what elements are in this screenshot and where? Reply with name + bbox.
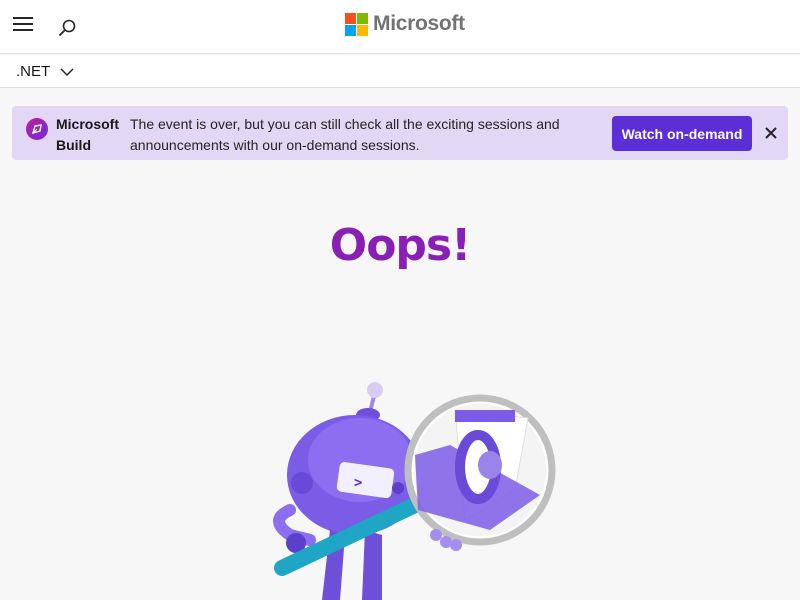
svg-text:>: > — [354, 475, 362, 491]
event-banner: Microsoft Build The event is over, but y… — [12, 106, 788, 160]
banner-message: The event is over, but you can still che… — [130, 116, 560, 153]
dotnet-bot-magnifying-glass-illustration: > — [273, 382, 556, 600]
chevron-down-icon — [60, 67, 74, 76]
product-nav: .NET — [0, 55, 800, 88]
brand-name: Microsoft — [373, 12, 465, 35]
close-icon[interactable] — [762, 124, 780, 142]
hamburger-menu-icon[interactable] — [13, 17, 37, 35]
banner-title: Microsoft Build — [56, 116, 119, 153]
microsoft-build-logo-icon — [26, 118, 48, 140]
product-dropdown[interactable]: .NET — [16, 63, 74, 80]
top-header: Microsoft — [0, 0, 800, 54]
product-label: .NET — [16, 63, 51, 80]
microsoft-brand-link[interactable]: Microsoft — [345, 11, 465, 37]
watch-on-demand-button[interactable]: Watch on-demand — [612, 116, 752, 151]
search-icon[interactable] — [56, 16, 80, 40]
page-heading: Oops! — [329, 220, 471, 271]
microsoft-logo-icon — [345, 12, 368, 36]
